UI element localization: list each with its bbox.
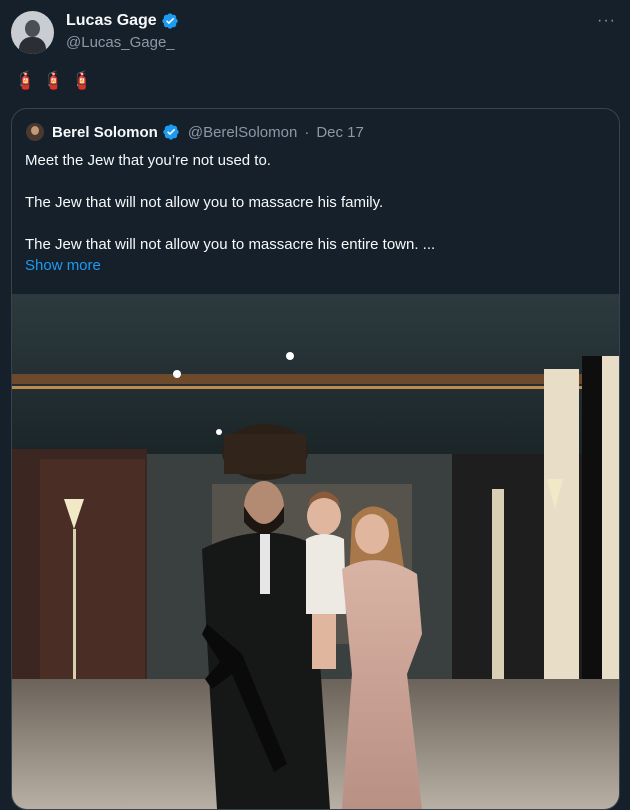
tweet-photo[interactable]	[12, 294, 619, 809]
more-options-button[interactable]: ···	[597, 12, 616, 30]
author-avatar[interactable]	[11, 11, 54, 54]
author-name-row[interactable]: Lucas Gage	[66, 12, 179, 30]
quoted-author-avatar[interactable]	[26, 123, 44, 141]
verified-badge-icon	[163, 124, 179, 140]
quoted-tweet[interactable]: Berel Solomon @BerelSolomon · Dec 17 Mee…	[11, 108, 620, 810]
quoted-author-name[interactable]: Berel Solomon	[52, 124, 158, 141]
avatar-head	[25, 20, 40, 37]
quoted-text-line: The Jew that will not allow you to massa…	[25, 194, 384, 211]
quoted-tweet-header: Berel Solomon @BerelSolomon · Dec 17	[26, 123, 364, 141]
author-handle[interactable]: @Lucas_Gage_	[66, 34, 175, 51]
quoted-date[interactable]: Dec 17	[316, 124, 364, 141]
quoted-text-line: Meet the Jew that you’re not used to.	[25, 152, 271, 169]
show-more-link[interactable]: Show more	[25, 257, 101, 274]
quoted-tweet-text: Meet the Jew that you’re not used to. Th…	[25, 150, 605, 255]
quoted-author-handle: @BerelSolomon	[187, 123, 298, 141]
photo-illustration	[12, 294, 619, 809]
verified-badge-icon	[162, 13, 178, 29]
date-separator: ·	[304, 123, 310, 141]
avatar-body	[19, 37, 46, 54]
author-name[interactable]: Lucas Gage	[66, 12, 157, 30]
quoted-text-line: The Jew that will not allow you to massa…	[25, 236, 436, 253]
tweet-text: 🧯🧯🧯	[14, 70, 100, 90]
